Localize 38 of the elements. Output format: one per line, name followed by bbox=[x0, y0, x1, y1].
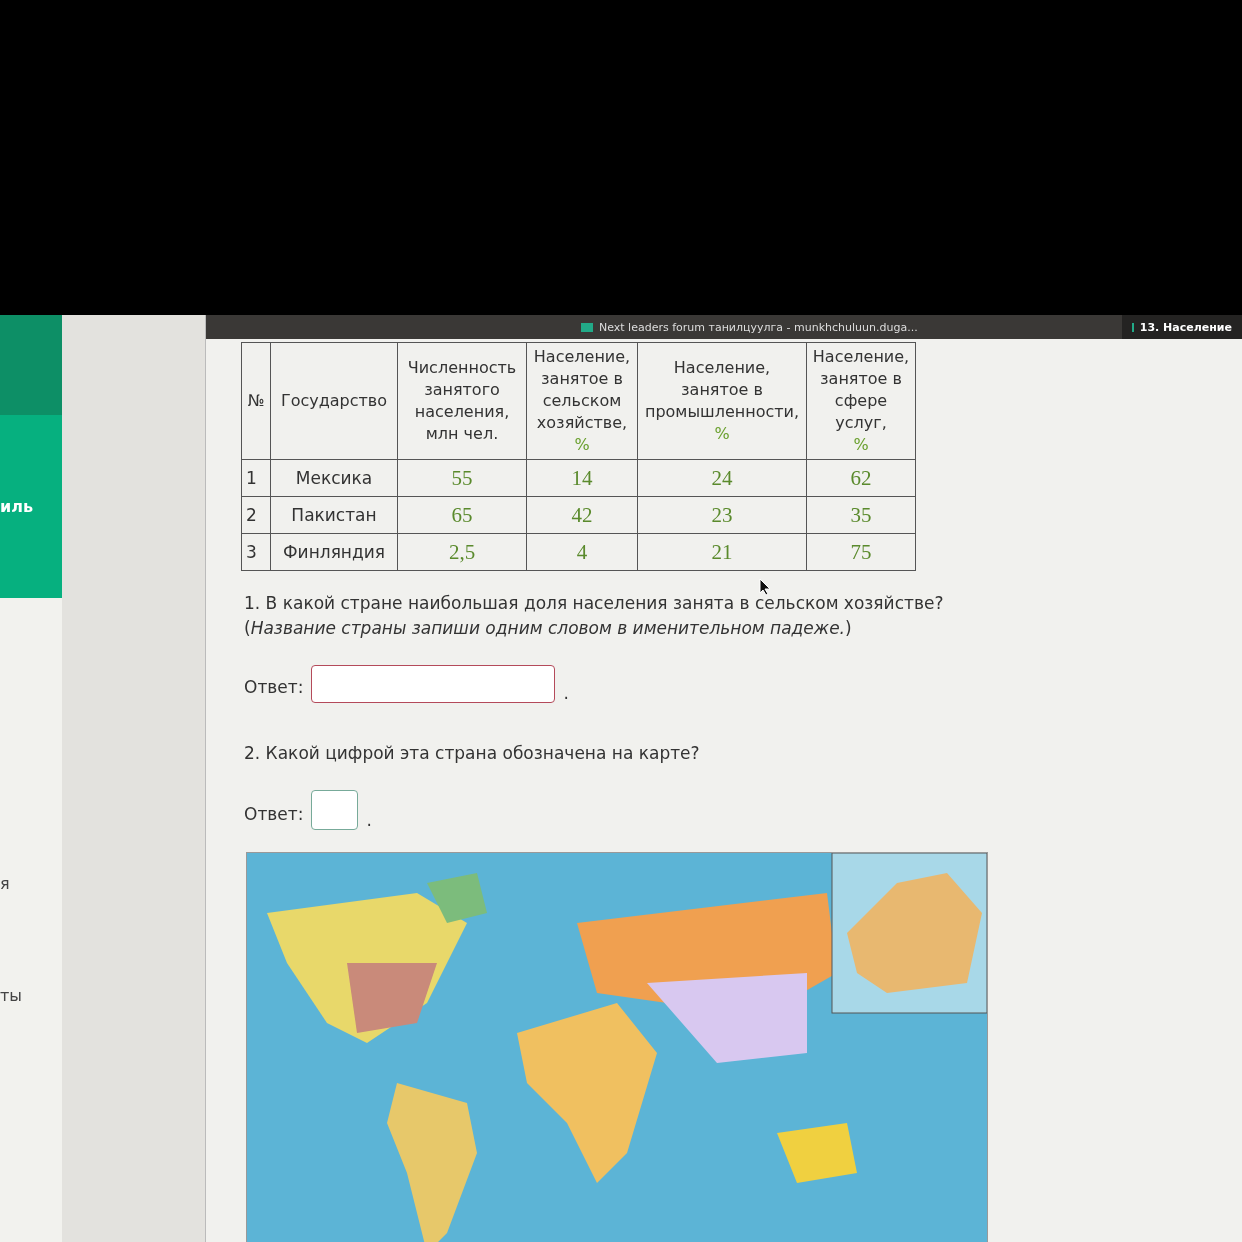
table-cell: 2,5 bbox=[397, 533, 527, 571]
question-hint: (Название страны запиши одним словом в именительном падеже.) bbox=[244, 617, 853, 640]
column-header: Население, занятое в промышленности, % bbox=[637, 342, 807, 460]
table-cell: 21 bbox=[637, 533, 807, 571]
sidebar-item[interactable]: я bbox=[0, 863, 62, 903]
table-cell: 3 bbox=[241, 533, 271, 571]
table-cell: 23 bbox=[637, 496, 807, 534]
answer-field[interactable] bbox=[311, 790, 359, 830]
answer-field[interactable] bbox=[311, 665, 556, 703]
period-mark: . bbox=[563, 683, 569, 703]
table-cell: 4 bbox=[526, 533, 638, 571]
sidebar-item[interactable]: ты bbox=[0, 975, 62, 1015]
table-cell: Мексика bbox=[270, 459, 398, 497]
table-cell: Финляндия bbox=[270, 533, 398, 571]
browser-tab[interactable]: 13. Население bbox=[1122, 315, 1242, 339]
browser-tab[interactable]: Next leaders forum танилцуулга - munkhchuluun.duga... bbox=[571, 315, 931, 339]
period-mark: . bbox=[366, 810, 372, 830]
table-cell: 62 bbox=[806, 459, 916, 497]
column-header: № bbox=[241, 342, 271, 460]
column-header: Численность занятого населения, млн чел. bbox=[397, 342, 527, 460]
column-header: Государство bbox=[270, 342, 398, 460]
table-cell: 14 bbox=[526, 459, 638, 497]
table-cell: 35 bbox=[806, 496, 916, 534]
mouse-pointer-icon bbox=[759, 578, 771, 596]
question-text: 2. Какой цифрой эта страна обозначена на карте? bbox=[244, 742, 701, 765]
table-cell: 1 bbox=[241, 459, 271, 497]
table-cell: 42 bbox=[526, 496, 638, 534]
table-cell: 65 bbox=[397, 496, 527, 534]
question-text: 1. В какой стране наибольшая доля населения занята в сельском хозяйстве? bbox=[244, 592, 945, 615]
answer-label: Ответ: bbox=[244, 804, 304, 826]
table-cell: 24 bbox=[637, 459, 807, 497]
table-cell: Пакистан bbox=[270, 496, 398, 534]
column-header: Население, занятое в сфере услуг, % bbox=[806, 342, 916, 460]
table-cell: 75 bbox=[806, 533, 916, 571]
table-cell: 2 bbox=[241, 496, 271, 534]
column-header: Население, занятое в сельском хозяйстве, % bbox=[526, 342, 638, 460]
answer-label: Ответ: bbox=[244, 677, 304, 699]
table-cell: 55 bbox=[397, 459, 527, 497]
